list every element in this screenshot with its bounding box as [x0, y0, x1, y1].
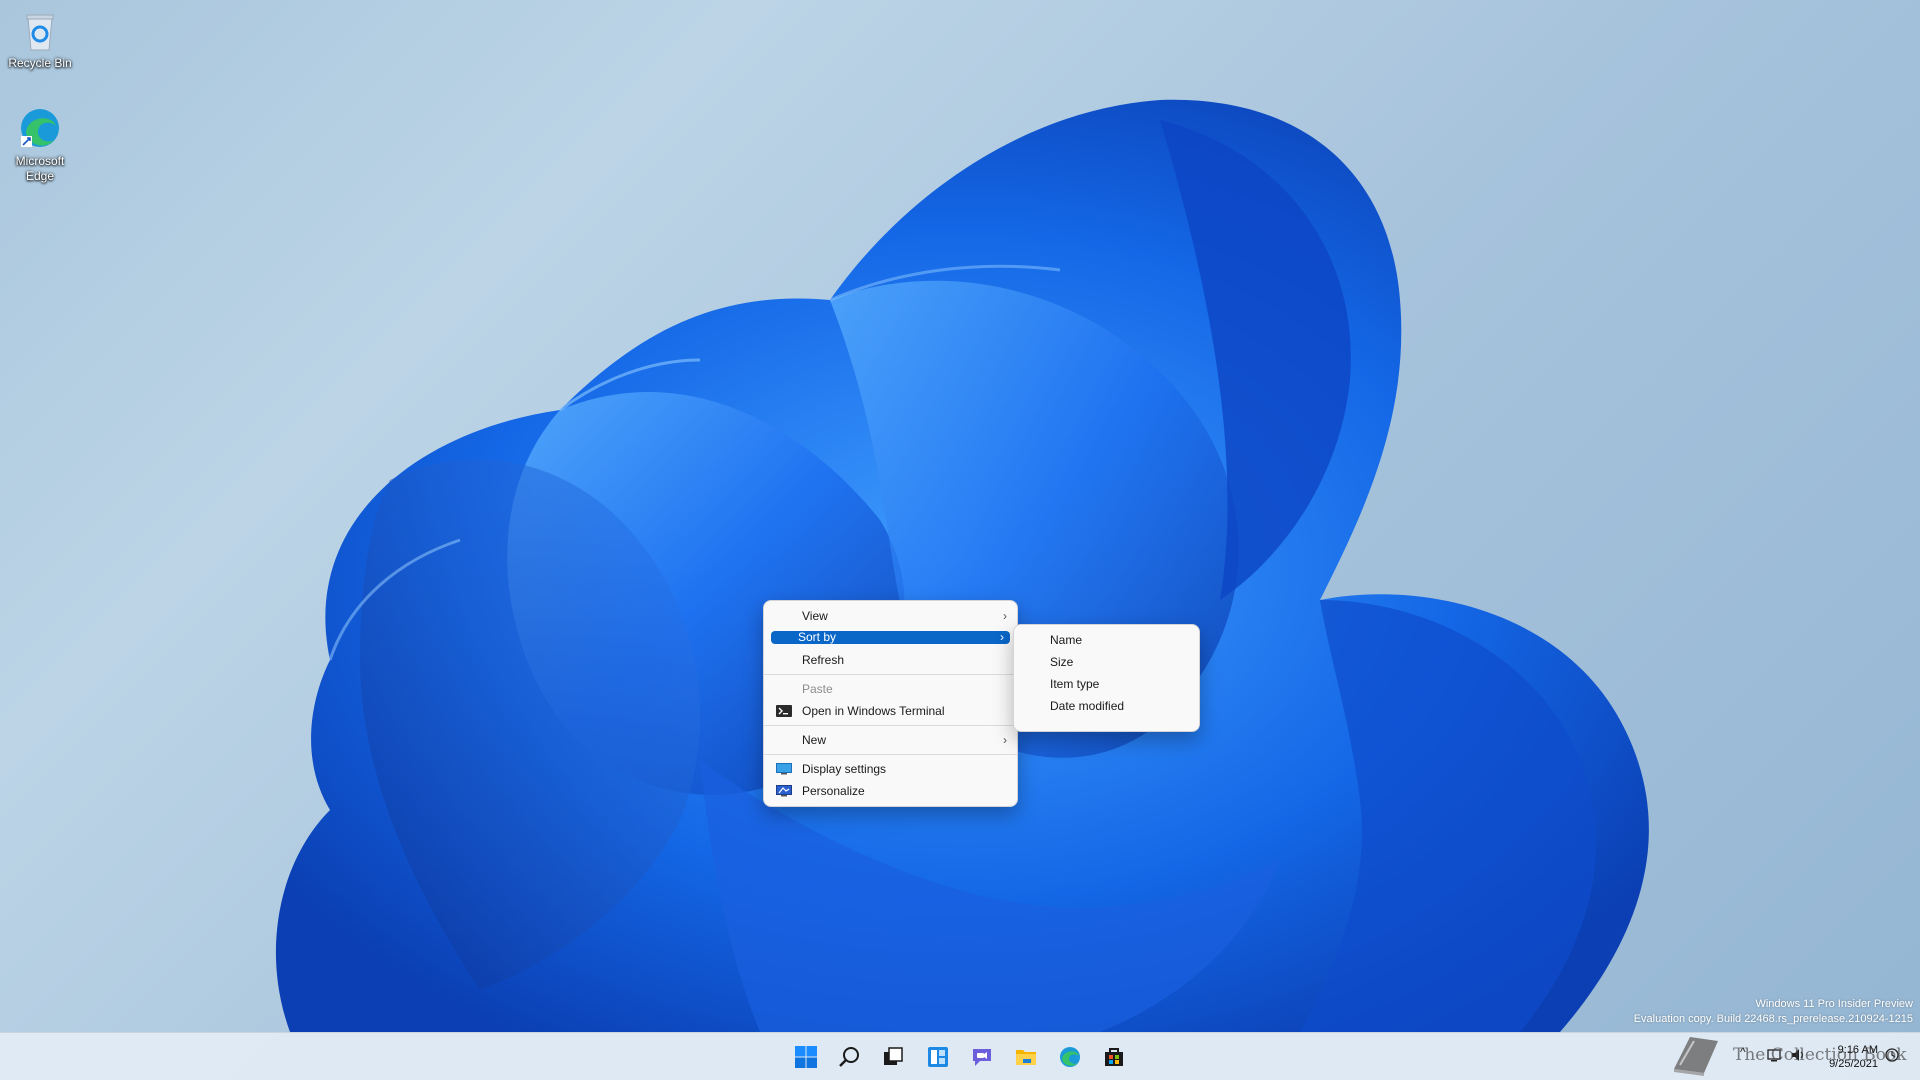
- desktop[interactable]: Recycle Bin Microsoft Edge View › Sort b…: [0, 0, 1920, 1080]
- personalize-icon: [776, 785, 792, 797]
- sort-item-size-label: Size: [1050, 655, 1074, 669]
- microsoft-edge-label: Microsoft Edge: [15, 154, 65, 183]
- search-icon: [839, 1047, 859, 1067]
- file-explorer-icon: [1016, 1050, 1036, 1065]
- widgets-button[interactable]: [920, 1041, 956, 1073]
- taskbar: ^ 9:16 AM 9/25/2021: [0, 1032, 1920, 1080]
- sort-item-date-modified[interactable]: Date modified: [1018, 695, 1195, 717]
- chat-button[interactable]: [964, 1041, 1000, 1073]
- microsoft-edge-shortcut[interactable]: Microsoft Edge: [0, 106, 80, 184]
- menu-item-new[interactable]: New ›: [768, 729, 1013, 751]
- edge-icon: [1060, 1047, 1080, 1067]
- task-view-icon: [884, 1047, 903, 1065]
- menu-separator: [764, 725, 1017, 726]
- menu-item-paste: Paste: [768, 678, 1013, 700]
- wallpaper-bloom: [275, 99, 1649, 1033]
- menu-item-view-label: View: [802, 609, 828, 623]
- menu-item-personalize-label: Personalize: [802, 784, 865, 798]
- menu-item-open-terminal[interactable]: Open in Windows Terminal: [768, 700, 1013, 722]
- display-icon: [776, 763, 792, 775]
- menu-separator: [764, 674, 1017, 675]
- sort-item-name-label: Name: [1050, 633, 1083, 647]
- widgets-icon: [928, 1047, 948, 1067]
- menu-item-display-settings-label: Display settings: [802, 762, 887, 776]
- menu-item-sort-by[interactable]: Sort by ›: [771, 631, 1010, 644]
- sort-item-item-type[interactable]: Item type: [1018, 673, 1195, 695]
- terminal-icon: [776, 705, 792, 717]
- search-button[interactable]: [832, 1041, 868, 1073]
- recycle-bin-icon: [18, 8, 62, 52]
- edge-taskbar-button[interactable]: [1052, 1041, 1088, 1073]
- menu-item-refresh-label: Refresh: [802, 653, 845, 667]
- menu-item-open-terminal-label: Open in Windows Terminal: [802, 704, 945, 718]
- chevron-right-icon: ›: [1003, 733, 1007, 747]
- desktop-context-menu: View › Sort by › Refresh Paste Open in W…: [763, 600, 1018, 807]
- book-logo-icon: [1674, 1037, 1718, 1076]
- menu-item-paste-label: Paste: [802, 682, 833, 696]
- menu-item-refresh[interactable]: Refresh: [768, 649, 1013, 671]
- chat-icon: [973, 1049, 991, 1066]
- task-view-button[interactable]: [875, 1041, 911, 1073]
- evaluation-watermark: Windows 11 Pro Insider Preview Evaluatio…: [1634, 997, 1913, 1027]
- start-button[interactable]: [788, 1041, 824, 1073]
- recycle-bin-label: Recycle Bin: [8, 56, 72, 70]
- overlay-watermark-text: The Collection Book: [1733, 1045, 1907, 1065]
- chevron-right-icon: ›: [1003, 609, 1007, 623]
- store-button[interactable]: [1096, 1041, 1132, 1073]
- menu-separator: [764, 754, 1017, 755]
- sort-item-item-type-label: Item type: [1050, 677, 1100, 691]
- recycle-bin-shortcut[interactable]: Recycle Bin: [0, 8, 80, 71]
- file-explorer-button[interactable]: [1008, 1041, 1044, 1073]
- watermark-line-build: Evaluation copy. Build 22468.rs_prerelea…: [1633, 1013, 1913, 1025]
- sort-item-date-modified-label: Date modified: [1050, 699, 1125, 713]
- store-icon: [1105, 1048, 1123, 1066]
- menu-item-display-settings[interactable]: Display settings: [768, 758, 1013, 780]
- sort-item-name[interactable]: Name: [1018, 629, 1195, 651]
- menu-item-personalize[interactable]: Personalize: [768, 780, 1013, 802]
- sort-item-size[interactable]: Size: [1018, 651, 1195, 673]
- start-icon: [795, 1046, 817, 1068]
- edge-icon: [18, 106, 62, 150]
- watermark-line-edition: Windows 11 Pro Insider Preview: [1755, 998, 1913, 1010]
- menu-item-sort-by-label: Sort by: [798, 630, 837, 644]
- menu-item-view[interactable]: View ›: [768, 605, 1013, 627]
- chevron-right-icon: ›: [1000, 630, 1004, 644]
- sort-by-submenu: Name Size Item type Date modified: [1013, 624, 1200, 732]
- menu-item-new-label: New: [802, 733, 827, 747]
